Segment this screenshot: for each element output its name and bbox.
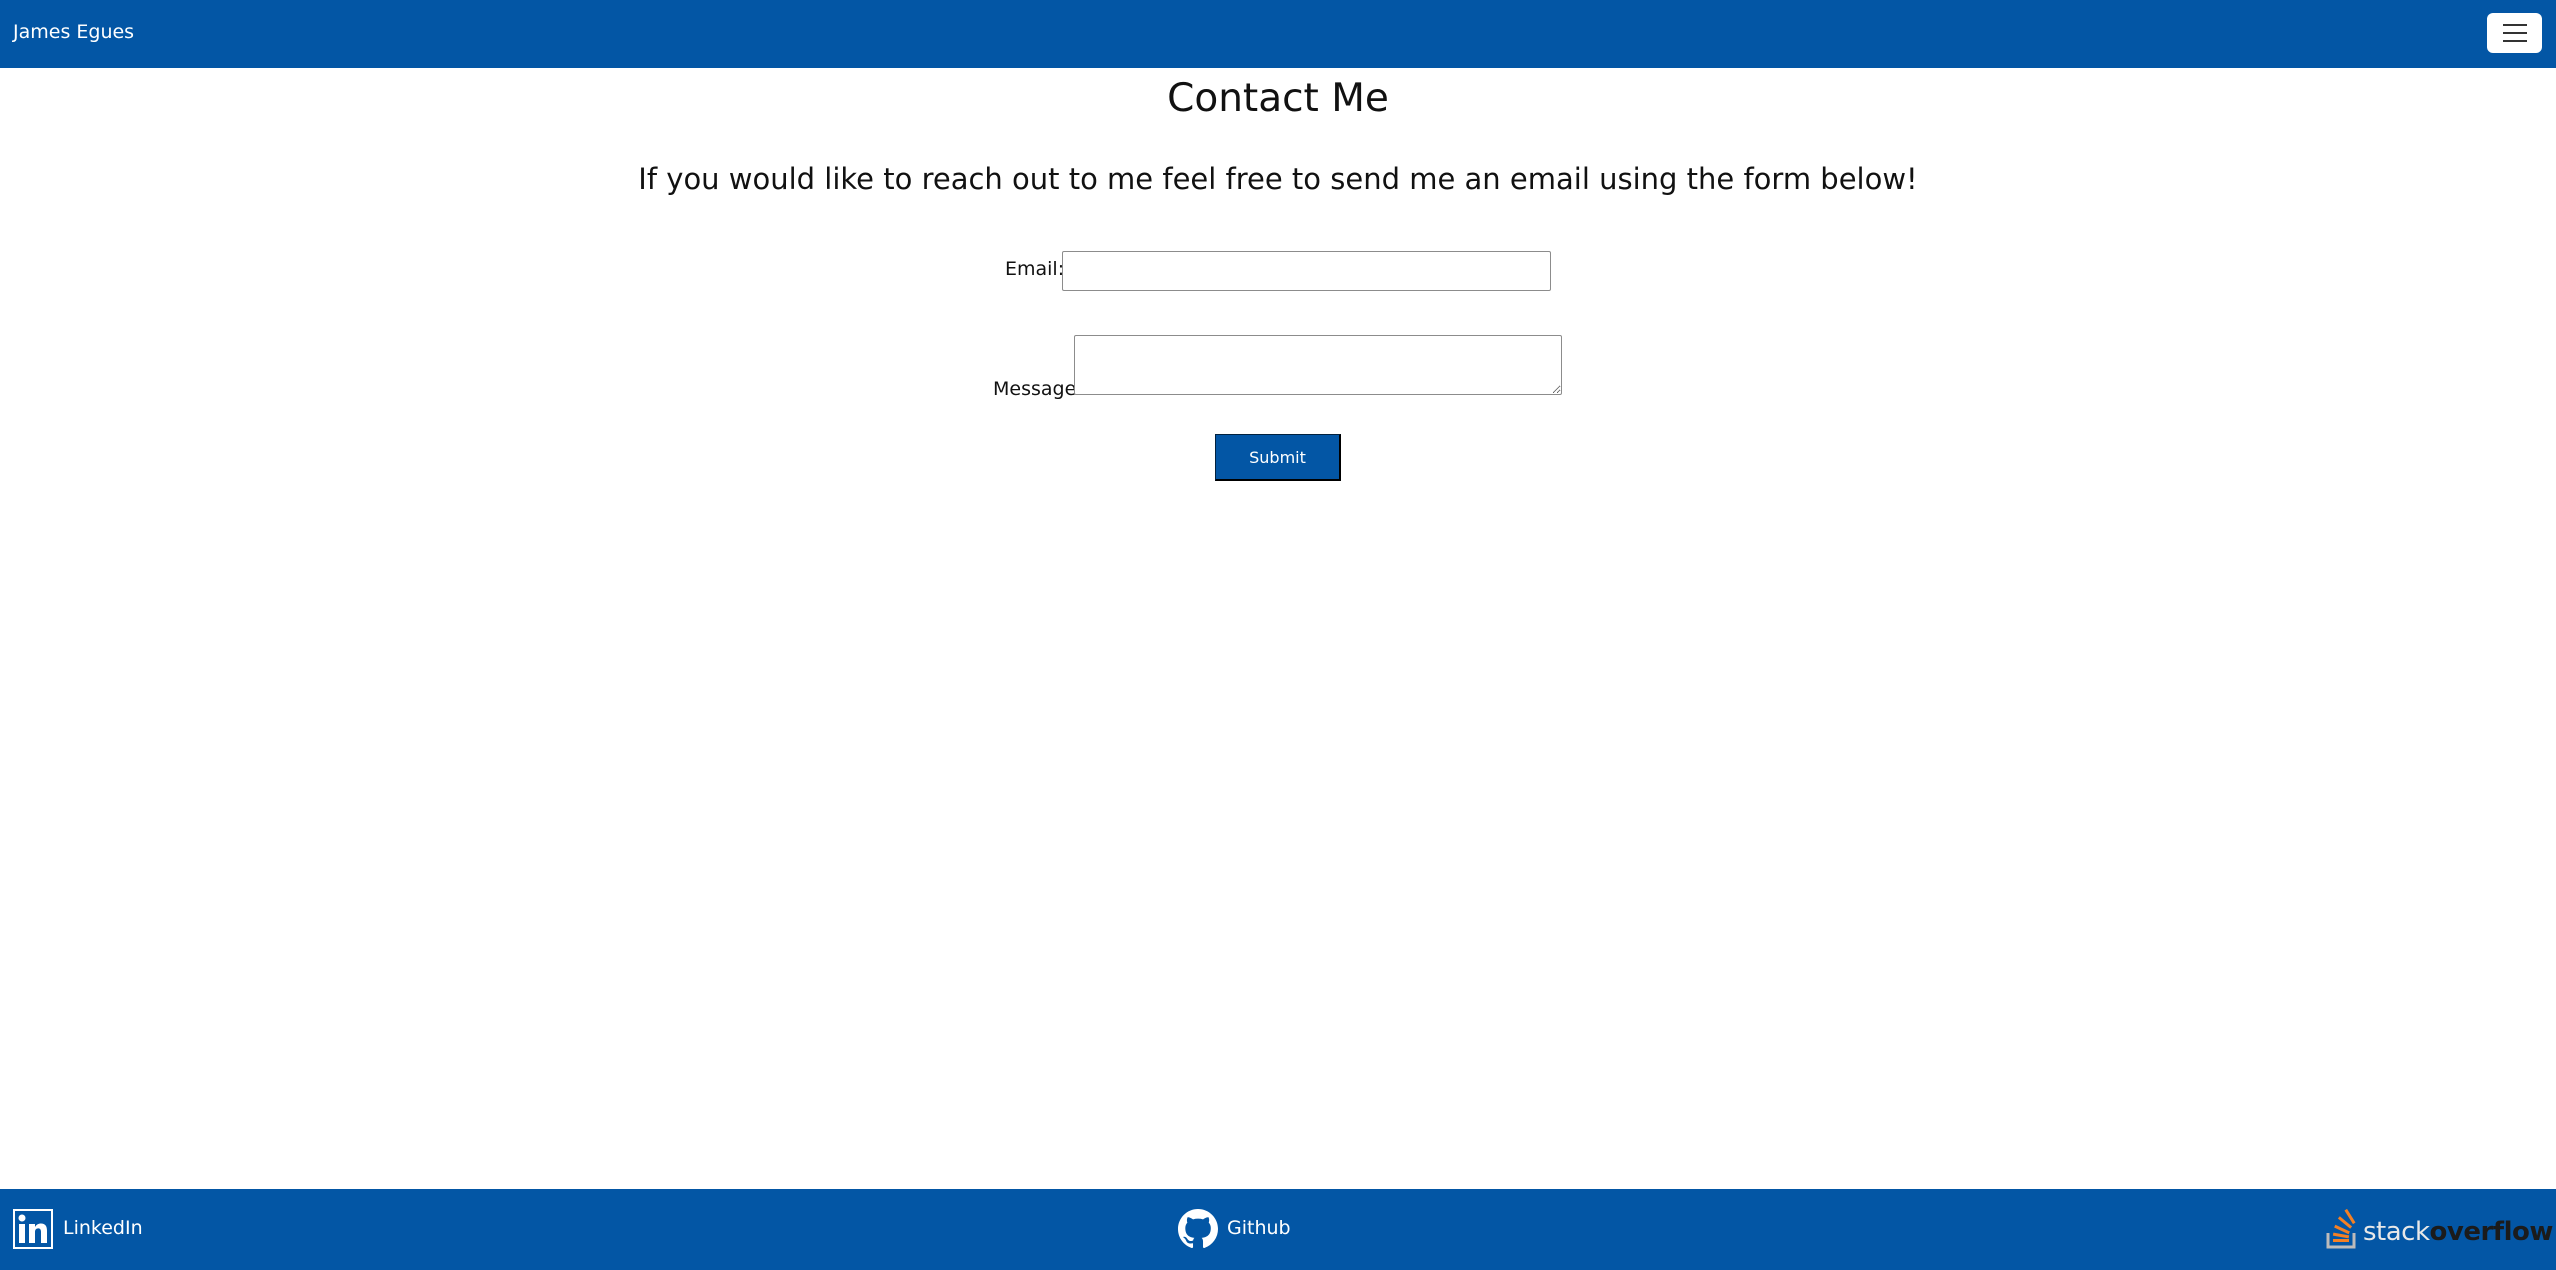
stackoverflow-wordmark-bold: overflow <box>2429 1217 2554 1247</box>
stackoverflow-link[interactable]: stackoverflow <box>2325 1207 2553 1251</box>
linkedin-label: LinkedIn <box>63 1217 143 1239</box>
top-navbar: James Egues <box>0 0 2556 68</box>
stackoverflow-icon <box>2326 1208 2356 1249</box>
github-icon <box>1178 1209 1218 1249</box>
submit-button[interactable]: Submit <box>1215 434 1341 481</box>
message-field[interactable] <box>1074 335 1562 395</box>
brand-link[interactable]: James Egues <box>13 21 134 43</box>
email-label: Email: <box>1005 258 1065 280</box>
stackoverflow-wordmark: stackoverflow <box>2363 1217 2553 1247</box>
hamburger-menu-icon <box>2503 24 2527 42</box>
page-title: Contact Me <box>1167 76 1389 121</box>
navbar-toggle-button[interactable] <box>2487 13 2542 53</box>
message-label: Message: <box>993 378 1083 400</box>
linkedin-icon <box>13 1209 53 1249</box>
intro-text: If you would like to reach out to me fee… <box>638 162 1918 196</box>
email-field[interactable] <box>1062 251 1551 291</box>
github-label: Github <box>1227 1217 1291 1239</box>
footer: LinkedIn Github stackoverflow <box>0 1189 2556 1270</box>
stackoverflow-wordmark-light: stack <box>2363 1217 2430 1247</box>
